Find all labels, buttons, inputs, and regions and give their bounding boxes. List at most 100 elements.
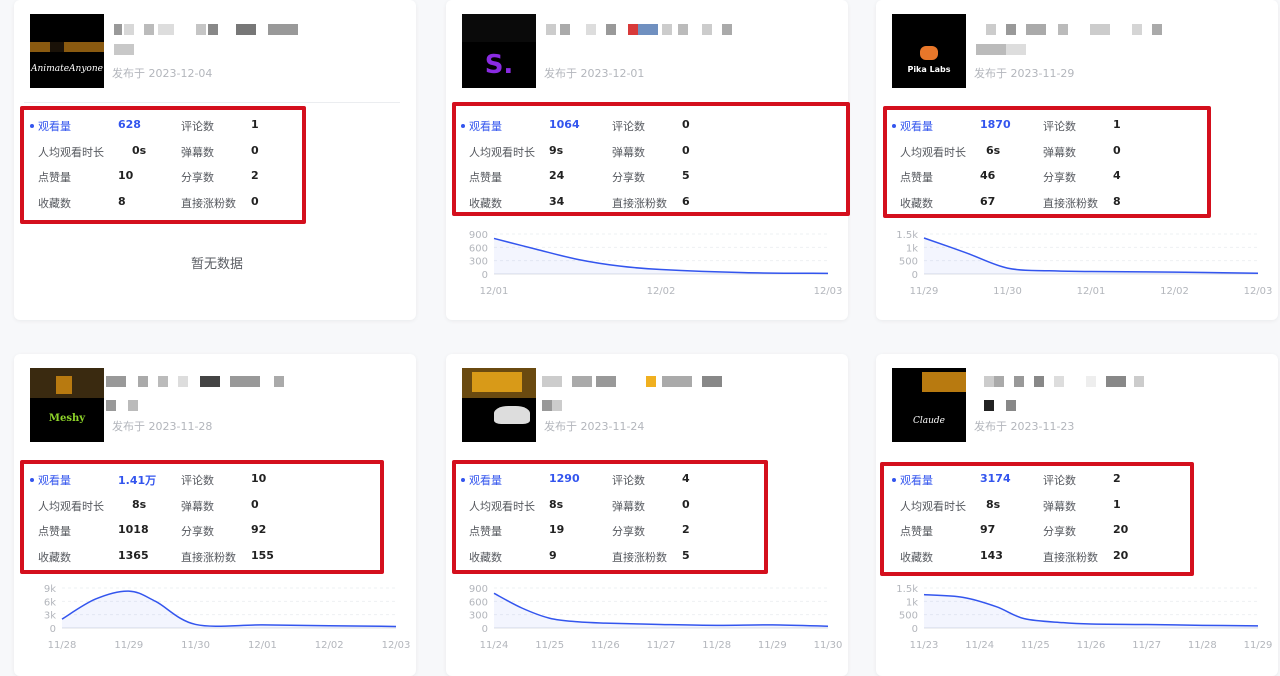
x-tick-label: 12/01 <box>1077 286 1106 297</box>
x-tick-label: 12/02 <box>647 286 676 297</box>
metric-value-avg-watch: 0s <box>132 143 147 157</box>
metric-value-favorites: 34 <box>549 194 565 208</box>
video-title-blurred[interactable] <box>546 24 746 35</box>
metric-label-views[interactable]: 观看量 <box>900 118 933 134</box>
x-tick-label: 11/28 <box>702 640 731 651</box>
y-tick-label: 6k <box>44 597 56 608</box>
metric-label-views[interactable]: 观看量 <box>38 472 71 488</box>
views-trend-chart: 900 600 300 0 12/01 12/02 12/03 <box>469 230 843 297</box>
metric-label-favorites: 收藏数 <box>38 196 71 210</box>
views-trend-chart: 1.5k 1k 500 0 11/29 11/30 12/01 12/02 12/03 <box>896 230 1273 297</box>
metric-label-views[interactable]: 观看量 <box>900 472 933 488</box>
metric-label-avg-watch: 人均观看时长 <box>900 145 966 159</box>
metric-label-shares: 分享数 <box>612 525 645 538</box>
video-thumbnail[interactable]: AnimateAnyone <box>30 14 104 88</box>
metric-value-avg-watch: 6s <box>986 143 1001 157</box>
x-tick-label: 11/24 <box>480 640 509 651</box>
metric-label-views[interactable]: 观看量 <box>469 472 502 488</box>
metric-label-danmaku: 弹幕数 <box>181 499 214 513</box>
metric-label-views[interactable]: 观看量 <box>469 118 502 134</box>
metric-value-shares: 2 <box>251 169 259 182</box>
metric-label-avg-watch: 人均观看时长 <box>469 499 535 513</box>
metric-value-likes: 19 <box>549 523 565 536</box>
active-metric-dot <box>30 124 34 128</box>
metric-label-favorites: 收藏数 <box>900 550 933 564</box>
video-thumbnail[interactable] <box>462 368 536 442</box>
x-tick-label: 12/03 <box>1244 286 1273 297</box>
video-title-blurred[interactable] <box>984 376 1164 387</box>
active-metric-dot <box>461 478 465 482</box>
video-subtitle-blurred <box>542 400 582 411</box>
metric-value-likes: 24 <box>549 169 565 182</box>
y-tick-label: 1k <box>906 243 918 254</box>
y-tick-label: 9k <box>44 584 56 595</box>
video-title-blurred[interactable] <box>976 24 1196 35</box>
video-title-blurred[interactable] <box>106 376 306 387</box>
x-tick-label: 12/02 <box>315 640 344 651</box>
y-tick-label: 1.5k <box>896 584 918 595</box>
metric-label-shares: 分享数 <box>181 525 214 538</box>
metric-label-shares: 分享数 <box>1043 171 1076 184</box>
metric-value-danmaku: 0 <box>682 497 690 511</box>
y-tick-label: 0 <box>912 624 918 635</box>
metric-label-avg-watch: 人均观看时长 <box>38 145 104 159</box>
no-data-text: 暂无数据 <box>191 257 244 272</box>
video-thumbnail[interactable]: Meshy <box>30 368 104 442</box>
publish-date: 发布于 2023-12-01 <box>544 67 645 80</box>
x-tick-label: 11/27 <box>1132 640 1161 651</box>
metric-value-views: 628 <box>118 118 141 131</box>
metric-label-favorites: 收藏数 <box>469 196 502 210</box>
metric-label-likes: 点赞量 <box>900 171 933 184</box>
metric-value-favorites: 143 <box>980 548 1003 562</box>
x-tick-label: 11/28 <box>48 640 77 651</box>
metric-value-avg-watch: 8s <box>132 497 147 511</box>
metric-value-danmaku: 0 <box>251 143 259 157</box>
metric-value-comments: 0 <box>682 118 690 131</box>
metric-value-views: 1290 <box>549 472 580 485</box>
metric-label-avg-watch: 人均观看时长 <box>900 499 966 513</box>
thumbnail-label: Pika Labs <box>907 65 951 74</box>
metric-value-danmaku: 1 <box>1113 497 1121 511</box>
video-thumbnail[interactable]: S. <box>462 14 536 88</box>
x-tick-label: 11/23 <box>910 640 939 651</box>
views-trend-chart: 900 600 300 0 11/24 11/25 11/26 11/27 11/28 11/29… <box>469 584 843 651</box>
video-title-blurred[interactable] <box>542 376 742 387</box>
metric-value-comments: 2 <box>1113 472 1121 485</box>
metric-value-views: 1.41万 <box>118 474 157 487</box>
metric-label-views[interactable]: 观看量 <box>38 118 71 134</box>
metric-label-favorites: 收藏数 <box>469 550 502 564</box>
views-trend-chart: 9k 6k 3k 0 11/28 11/29 11/30 12/01 12/02 12/03 <box>44 584 411 651</box>
metric-label-comments: 评论数 <box>612 120 645 133</box>
x-tick-label: 12/02 <box>1160 286 1189 297</box>
x-tick-label: 11/30 <box>814 640 843 651</box>
thumbnail-label: AnimateAnyone <box>31 64 103 74</box>
series-area <box>494 238 828 274</box>
metric-label-likes: 点赞量 <box>38 525 71 538</box>
metric-label-likes: 点赞量 <box>900 525 933 538</box>
y-tick-label: 500 <box>899 611 918 622</box>
video-title-blurred[interactable] <box>114 24 314 35</box>
metric-label-favorites: 收藏数 <box>38 550 71 564</box>
y-tick-label: 1.5k <box>896 230 918 241</box>
publish-date: 发布于 2023-11-29 <box>974 67 1075 80</box>
metric-label-favorites: 收藏数 <box>900 196 933 210</box>
metric-value-avg-watch: 8s <box>549 497 564 511</box>
thumbnail-label: S. <box>484 50 514 80</box>
series-area <box>62 591 396 628</box>
metric-value-danmaku: 0 <box>682 143 690 157</box>
metric-label-likes: 点赞量 <box>38 171 71 184</box>
y-tick-label: 0 <box>482 270 488 281</box>
video-thumbnail[interactable]: Claude <box>892 368 966 442</box>
metric-label-likes: 点赞量 <box>469 525 502 538</box>
publish-date: 发布于 2023-11-28 <box>112 420 213 433</box>
y-tick-label: 1k <box>906 597 918 608</box>
metric-value-likes: 97 <box>980 523 996 536</box>
metric-label-danmaku: 弹幕数 <box>1043 499 1076 513</box>
video-thumbnail[interactable]: Pika Labs <box>892 14 966 88</box>
metric-value-favorites: 67 <box>980 194 996 208</box>
metric-value-shares: 92 <box>251 523 267 536</box>
metric-label-followers: 直接涨粉数 <box>181 196 236 210</box>
metric-label-comments: 评论数 <box>1043 120 1076 133</box>
y-tick-label: 300 <box>469 257 488 268</box>
metric-value-likes: 46 <box>980 169 996 182</box>
